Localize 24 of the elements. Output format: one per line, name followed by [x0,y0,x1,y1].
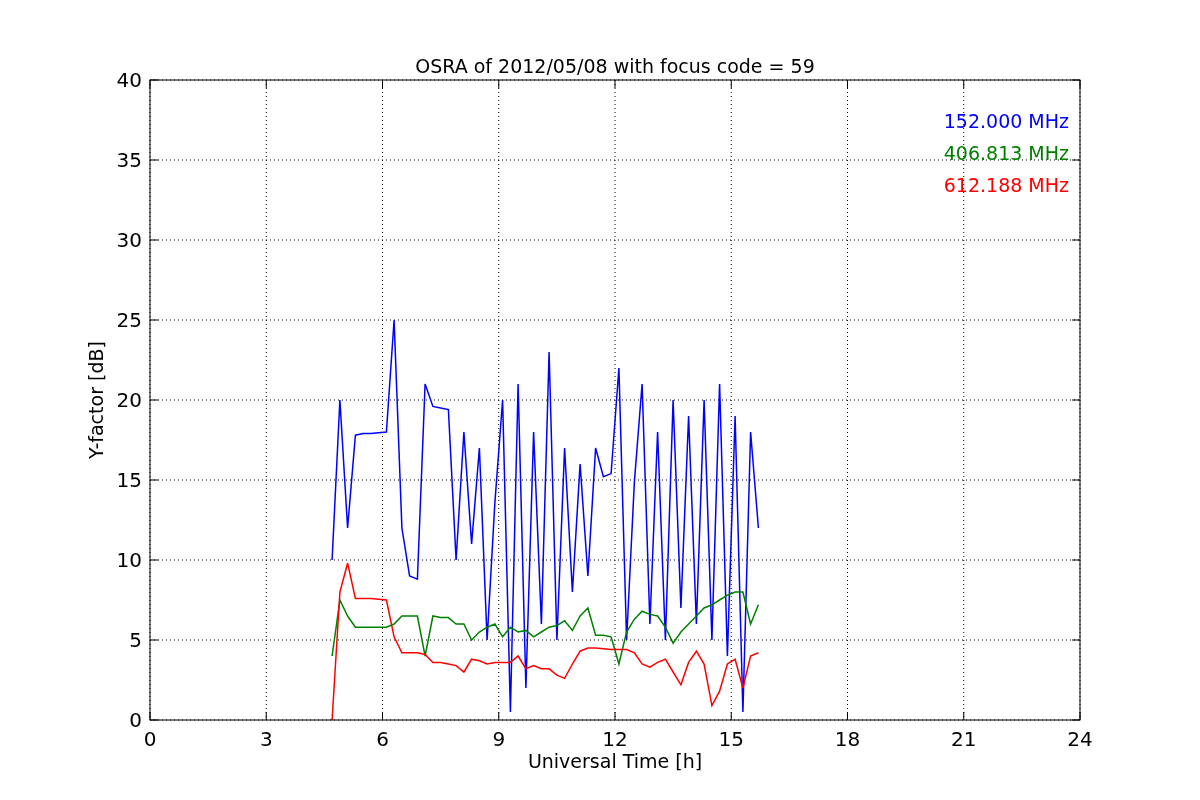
legend-label: 612.188 MHz [943,174,1069,196]
tick-label: 25 [116,308,142,332]
tick-label: 5 [129,628,142,652]
axis-label: Universal Time [h] [527,750,703,772]
tick-label: 21 [951,727,977,751]
tick-label: 12 [602,727,628,751]
tick-label: 10 [116,548,142,572]
tick-label: 18 [834,727,861,751]
tick-label: 0 [129,708,142,732]
tick-label: 9 [492,727,506,751]
tick-label: 15 [718,727,744,751]
legend-label: 406.813 MHz [943,142,1069,164]
axis-label: Y-factor [dB] [85,341,107,459]
tick-label: 24 [1067,727,1093,751]
tick-label: 35 [116,148,142,172]
tick-label: 3 [259,727,273,751]
tick-label: 15 [116,468,142,492]
tick-label: 40 [116,68,142,92]
legend-label: 152.000 MHz [943,110,1069,132]
tick-label: 0 [143,727,157,751]
tick-label: 20 [116,388,142,412]
tick-label: 6 [376,727,389,751]
chart-title: OSRA of 2012/05/08 with focus code = 59 [415,55,815,77]
tick-label: 30 [116,228,142,252]
